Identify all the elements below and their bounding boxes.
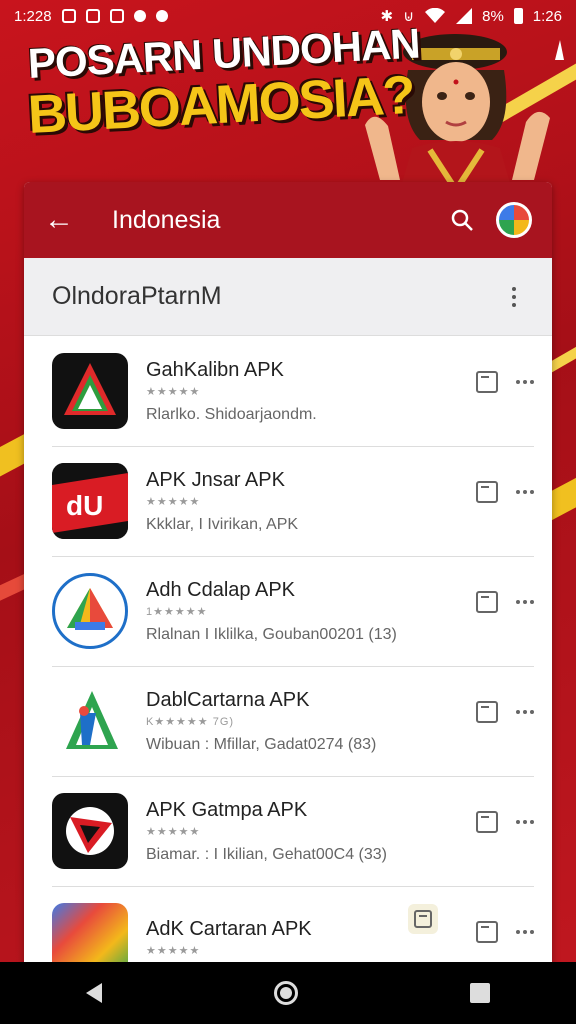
app-name: Adh Cdalap APK	[146, 578, 295, 601]
settings-notification-icon	[109, 9, 124, 23]
search-icon[interactable]	[442, 200, 482, 240]
calendar-icon[interactable]	[476, 371, 498, 393]
list-item[interactable]: DablCartarna APK K★★★★★ 7G) Wibuan : Mfi…	[24, 666, 552, 776]
app-name: GahKalibn APK	[146, 358, 284, 381]
app-name: DablCartarna APK	[146, 688, 310, 711]
more-horiz-icon[interactable]	[516, 930, 534, 934]
calendar-icon[interactable]	[476, 481, 498, 503]
vibrate-icon: ⊍	[403, 8, 415, 25]
app-meta: Biamar. : I Ikilian, Gehat00C4 (33)	[146, 845, 387, 863]
calendar-badge-icon[interactable]	[408, 904, 438, 934]
app-meta: Wibuan : Mfillar, Gadat0274 (83)	[146, 735, 377, 753]
more-horiz-icon[interactable]	[516, 600, 534, 604]
rating-stars: ★★★★★	[146, 825, 201, 838]
more-vert-icon[interactable]	[504, 286, 524, 307]
status-clock: 1:26	[532, 7, 562, 25]
account-avatar[interactable]	[496, 202, 532, 238]
battery-icon	[513, 8, 523, 24]
list-item[interactable]: dU APK Jnsar APK ★★★★★ Kkklar, I Ivirika…	[24, 446, 552, 556]
dot-icon	[133, 10, 146, 22]
more-horiz-icon[interactable]	[516, 710, 534, 714]
app-meta: Rlarlko. Shidoarjaondm.	[146, 405, 317, 423]
app-notification-icon	[85, 9, 100, 23]
app-meta: Kkklar, I Ivirikan, APK	[146, 515, 299, 533]
calendar-icon[interactable]	[476, 811, 498, 833]
app-name: APK Jnsar APK	[146, 468, 285, 491]
section-title: OlndoraPtarnM	[52, 282, 222, 310]
app-list: GahKalibn APK ★★★★★ Rlarlko. Shidoarjaon…	[24, 336, 552, 982]
status-time-left: 1:228	[14, 7, 52, 25]
nav-back-icon[interactable]	[86, 983, 102, 1003]
app-list-card: ← Indonesia OlndoraPtarnM GahKalibn APK …	[24, 182, 552, 982]
more-horiz-icon[interactable]	[516, 490, 534, 494]
app-bar-title: Indonesia	[112, 205, 221, 234]
app-meta: Rlalnan I Iklilka, Gouban00201 (13)	[146, 625, 397, 643]
app-bar: ← Indonesia	[24, 182, 552, 258]
nav-recents-icon[interactable]	[470, 983, 490, 1003]
rating-stars: K★★★★★ 7G)	[146, 715, 235, 728]
calendar-icon[interactable]	[476, 701, 498, 723]
app-icon	[52, 793, 128, 869]
app-icon	[52, 683, 128, 759]
notification-icon	[61, 9, 76, 23]
svg-text:dU: dU	[66, 490, 103, 521]
battery-percent: 8%	[482, 7, 504, 25]
back-arrow-icon[interactable]: ←	[44, 205, 94, 235]
nav-home-icon[interactable]	[274, 981, 298, 1005]
app-icon: dU	[52, 463, 128, 539]
rating-stars: ★★★★★	[146, 385, 201, 398]
dot-icon	[155, 10, 168, 22]
list-item[interactable]: GahKalibn APK ★★★★★ Rlarlko. Shidoarjaon…	[24, 336, 552, 446]
app-icon	[52, 353, 128, 429]
app-name: APK Gatmpa APK	[146, 798, 308, 821]
app-icon	[52, 573, 128, 649]
rating-stars: ★★★★★	[146, 495, 201, 508]
more-horiz-icon[interactable]	[516, 820, 534, 824]
bluetooth-icon: ✱	[380, 8, 394, 25]
list-item[interactable]: Adh Cdalap APK 1★★★★★ Rlalnan I Iklilka,…	[24, 556, 552, 666]
banner-headline: POSARN UNDOHAN BUBOAMOSIA?	[26, 20, 420, 146]
system-nav-bar	[0, 962, 576, 1024]
status-bar: 1:228 ✱ ⊍ 8% 1:26	[0, 0, 576, 32]
list-item[interactable]: APK Gatmpa APK ★★★★★ Biamar. : I Ikilian…	[24, 776, 552, 886]
rating-stars: ★★★★★	[146, 944, 201, 957]
calendar-icon[interactable]	[476, 921, 498, 943]
signal-icon	[456, 8, 473, 24]
more-horiz-icon[interactable]	[516, 380, 534, 384]
rating-stars: 1★★★★★	[146, 605, 208, 618]
calendar-icon[interactable]	[476, 591, 498, 613]
wifi-icon	[425, 8, 446, 23]
section-header: OlndoraPtarnM	[24, 258, 552, 336]
